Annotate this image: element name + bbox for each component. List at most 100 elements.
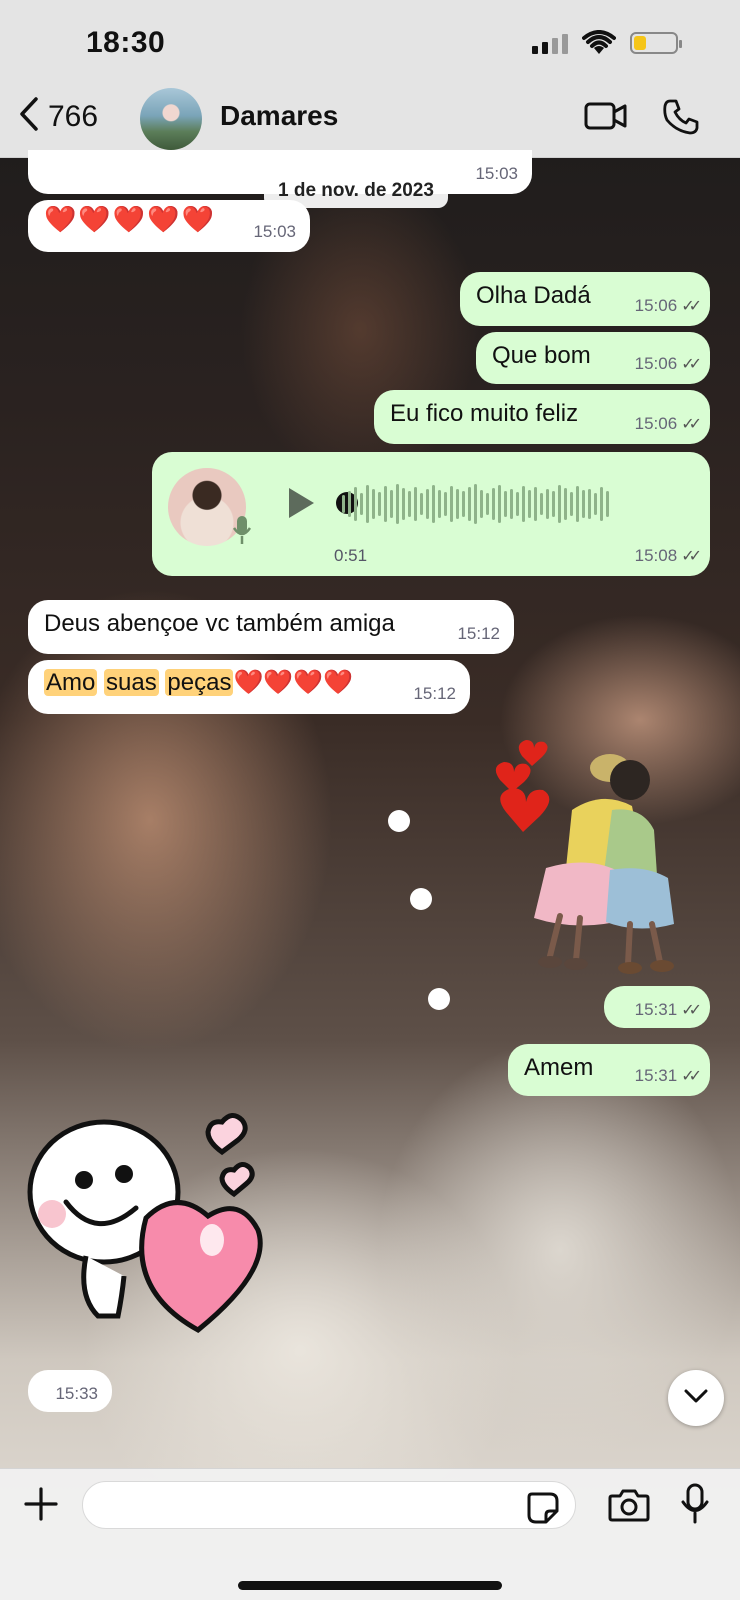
message-time: 15:06 bbox=[634, 354, 678, 373]
camera-icon bbox=[608, 1489, 650, 1527]
waveform-bar bbox=[426, 489, 429, 519]
waveform-bar bbox=[606, 491, 609, 517]
waveform-bar bbox=[468, 487, 471, 521]
message-bubble-outgoing[interactable]: Eu fico muito feliz 15:06 ✓✓ bbox=[374, 390, 710, 444]
waveform-bar bbox=[438, 490, 441, 518]
attach-button[interactable] bbox=[22, 1485, 60, 1528]
message-bubble-outgoing[interactable]: Amem 15:31 ✓✓ bbox=[508, 1044, 710, 1096]
double-check-icon: ✓✓ bbox=[681, 416, 702, 433]
waveform-bar bbox=[348, 491, 351, 517]
message-text: Eu fico muito feliz bbox=[390, 400, 579, 427]
battery-icon bbox=[630, 32, 682, 54]
video-call-button[interactable] bbox=[584, 100, 628, 137]
double-check-icon: ✓✓ bbox=[681, 1068, 702, 1085]
waveform-bar bbox=[390, 490, 393, 518]
message-bubble-incoming[interactable]: Amo suas peças❤️❤️❤️❤️ 15:12 bbox=[28, 660, 470, 714]
camera-button[interactable] bbox=[608, 1487, 650, 1528]
waveform-bar bbox=[342, 495, 345, 513]
message-meta: 15:06 ✓✓ bbox=[634, 354, 702, 374]
message-time: 15:06 bbox=[634, 296, 678, 315]
waveform-bar bbox=[576, 486, 579, 522]
message-time: 15:31 bbox=[634, 1066, 678, 1085]
waveform-bar bbox=[540, 493, 543, 515]
message-text: Deus abençoe vc também amiga bbox=[44, 610, 395, 637]
message-meta: 15:31 ✓✓ bbox=[634, 1000, 702, 1020]
unread-count: 766 bbox=[48, 99, 99, 133]
waveform-bar bbox=[462, 491, 465, 517]
message-compose-bar bbox=[0, 1468, 740, 1600]
message-time: 15:31 bbox=[634, 1000, 678, 1019]
signal-icon bbox=[532, 34, 568, 54]
waveform-bar bbox=[510, 489, 513, 519]
waveform-bar bbox=[522, 486, 525, 522]
waveform-bar bbox=[408, 491, 411, 517]
waveform-bar bbox=[588, 489, 591, 519]
voice-message-bubble[interactable]: 0:51 15:08 ✓✓ bbox=[152, 452, 710, 576]
message-bubble-incoming[interactable]: ❤️❤️❤️❤️❤️ 15:03 bbox=[28, 200, 310, 252]
waveform-bar bbox=[546, 489, 549, 519]
contact-name[interactable]: Damares bbox=[220, 100, 338, 132]
scroll-to-bottom-button[interactable] bbox=[668, 1370, 724, 1426]
waveform-bar bbox=[486, 493, 489, 515]
message-meta: 15:06 ✓✓ bbox=[634, 414, 702, 434]
jacket-button-3 bbox=[428, 988, 450, 1010]
voice-waveform bbox=[342, 482, 609, 526]
voice-duration: 0:51 bbox=[334, 546, 368, 565]
mic-icon bbox=[680, 1483, 710, 1529]
wifi-icon bbox=[582, 30, 616, 61]
clock: 18:30 bbox=[86, 26, 166, 59]
sticker-button[interactable] bbox=[526, 1491, 560, 1530]
waveform-bar bbox=[534, 487, 537, 521]
waveform-bar bbox=[600, 487, 603, 521]
waveform-bar bbox=[594, 493, 597, 515]
double-check-icon: ✓✓ bbox=[681, 356, 702, 373]
phone-icon bbox=[662, 99, 700, 140]
waveform-bar bbox=[564, 488, 567, 520]
message-meta: 15:31 ✓✓ bbox=[634, 1066, 702, 1086]
message-input[interactable] bbox=[82, 1481, 576, 1529]
sticker-blob-heart[interactable] bbox=[26, 1110, 276, 1350]
waveform-bar bbox=[432, 485, 435, 523]
waveform-bar bbox=[558, 485, 561, 523]
message-time: 15:12 bbox=[413, 684, 456, 703]
highlighted-word: Amo bbox=[44, 669, 98, 696]
message-time: 15:03 bbox=[475, 164, 518, 183]
waveform-bar bbox=[516, 492, 519, 516]
waveform-bar bbox=[444, 492, 447, 516]
sticker-timestamp-bubble: 15:33 bbox=[28, 1370, 112, 1412]
waveform-bar bbox=[504, 491, 507, 517]
chevron-left-icon bbox=[18, 96, 40, 137]
waveform-bar bbox=[570, 492, 573, 516]
chevron-down-icon bbox=[683, 1388, 709, 1409]
waveform-bar bbox=[498, 485, 501, 523]
message-bubble-outgoing[interactable]: Que bom 15:06 ✓✓ bbox=[476, 332, 710, 384]
play-button[interactable] bbox=[286, 486, 316, 527]
sticker-hugging-girls[interactable] bbox=[480, 740, 710, 980]
waveform-bar bbox=[552, 491, 555, 517]
waveform-bar bbox=[354, 487, 357, 521]
waveform-bar bbox=[582, 490, 585, 518]
waveform-bar bbox=[480, 490, 483, 518]
message-time: 15:06 bbox=[634, 414, 678, 433]
waveform-bar bbox=[528, 490, 531, 518]
message-time: 15:03 bbox=[253, 222, 296, 241]
jacket-button-1 bbox=[388, 810, 410, 832]
contact-avatar[interactable] bbox=[140, 88, 202, 150]
jacket-button-2 bbox=[410, 888, 432, 910]
waveform-bar bbox=[366, 485, 369, 523]
voice-call-button[interactable] bbox=[662, 98, 700, 141]
back-button[interactable]: 766 bbox=[18, 96, 98, 137]
voice-record-button[interactable] bbox=[680, 1483, 710, 1530]
message-bubble-incoming[interactable]: Deus abençoe vc também amiga 15:12 bbox=[28, 600, 514, 654]
double-check-icon: ✓✓ bbox=[681, 1002, 702, 1019]
sticker-icon bbox=[526, 1492, 560, 1529]
status-bar: 18:30 bbox=[0, 0, 740, 80]
chat-header: 766 Damares bbox=[0, 80, 740, 158]
video-icon bbox=[584, 102, 628, 136]
message-bubble-outgoing[interactable]: Olha Dadá 15:06 ✓✓ bbox=[460, 272, 710, 326]
waveform-bar bbox=[372, 489, 375, 519]
double-check-icon: ✓✓ bbox=[681, 548, 702, 565]
message-hearts: ❤️❤️❤️❤️ bbox=[233, 669, 353, 696]
waveform-bar bbox=[420, 493, 423, 515]
waveform-bar bbox=[384, 486, 387, 522]
